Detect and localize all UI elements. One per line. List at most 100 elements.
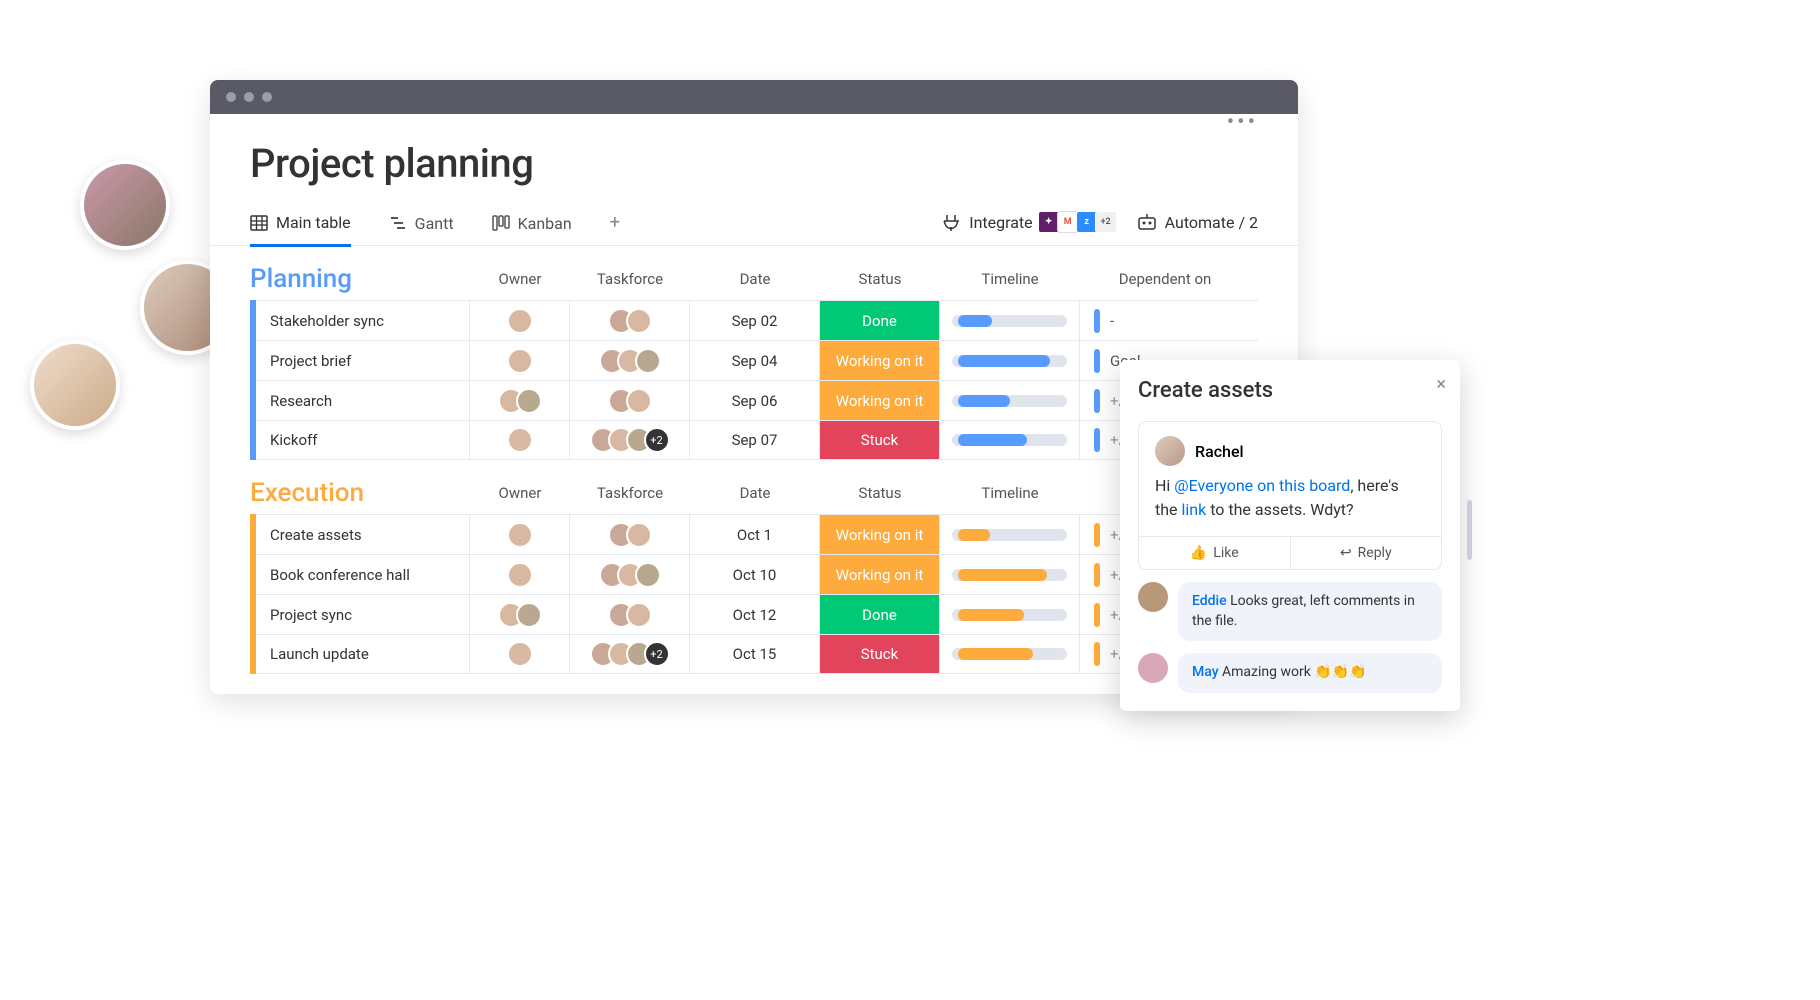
task-name[interactable]: Kickoff [256,421,470,459]
date-cell[interactable]: Oct 15 [690,635,820,673]
owner-cell[interactable] [470,515,570,554]
integrate-button[interactable]: Integrate ✦ M z +2 [941,211,1116,233]
reply-author[interactable]: May [1192,664,1219,680]
table-row[interactable]: Project sync Oct 12 Done +Add [256,594,1258,634]
integrate-icon [941,212,961,232]
taskforce-cell[interactable] [570,595,690,634]
date-cell[interactable]: Sep 07 [690,421,820,459]
avatar [635,562,661,588]
window-dot [226,92,236,102]
like-button[interactable]: 👍 Like [1139,537,1291,569]
table-row[interactable]: Project brief Sep 04 Working on it Goal [256,340,1258,380]
more-menu-icon[interactable]: ••• [1227,110,1258,135]
dependent-cell[interactable]: - [1080,301,1250,340]
timeline-cell[interactable] [940,421,1080,459]
timeline-cell[interactable] [940,635,1080,673]
task-name[interactable]: Book conference hall [256,555,470,594]
status-cell[interactable]: Stuck [820,635,940,673]
status-cell[interactable]: Working on it [820,381,940,420]
taskforce-cell[interactable] [570,301,690,340]
taskforce-cell[interactable] [570,515,690,554]
owner-cell[interactable] [470,421,570,459]
timeline-cell[interactable] [940,341,1080,380]
task-name[interactable]: Launch update [256,635,470,673]
status-cell[interactable]: Working on it [820,341,940,380]
dep-indicator [1094,563,1100,587]
column-header: Owner [470,270,570,294]
mention[interactable]: @Everyone on this board [1174,476,1350,495]
taskforce-cell[interactable]: +2 [570,635,690,673]
table-row[interactable]: Research Sep 06 Working on it +Add [256,380,1258,420]
kanban-icon [492,214,510,232]
window-dot [262,92,272,102]
task-name[interactable]: Project sync [256,595,470,634]
tab-main-table[interactable]: Main table [250,209,351,247]
timeline-cell[interactable] [940,595,1080,634]
table-row[interactable]: Stakeholder sync Sep 02 Done - [256,300,1258,340]
status-cell[interactable]: Stuck [820,421,940,459]
status-cell[interactable]: Working on it [820,555,940,594]
add-view-button[interactable]: + [610,212,620,243]
reply-author[interactable]: Eddie [1192,593,1227,609]
tab-kanban[interactable]: Kanban [492,210,572,245]
column-header: Dependent on [1080,270,1250,294]
panel-title: Create assets [1138,378,1442,403]
scrollbar[interactable] [1467,500,1472,560]
taskforce-cell[interactable] [570,555,690,594]
task-name[interactable]: Create assets [256,515,470,554]
owner-cell[interactable] [470,595,570,634]
table-row[interactable]: Book conference hall Oct 10 Working on i… [256,554,1258,594]
owner-cell[interactable] [470,301,570,340]
avatar [516,388,542,414]
table-row[interactable]: Create assets Oct 1 Working on it +Add [256,514,1258,554]
avatar [507,641,533,667]
tab-gantt[interactable]: Gantt [389,210,454,245]
avatar-more[interactable]: +2 [644,427,670,453]
status-cell[interactable]: Done [820,595,940,634]
reply-button[interactable]: ↩ Reply [1291,537,1442,569]
avatar [626,602,652,628]
dep-indicator [1094,642,1100,666]
gantt-icon [389,214,407,232]
close-icon[interactable]: × [1436,374,1446,395]
timeline-cell[interactable] [940,515,1080,554]
column-header: Status [820,484,940,508]
avatar-more[interactable]: +2 [644,641,670,667]
date-cell[interactable]: Sep 04 [690,341,820,380]
owner-cell[interactable] [470,635,570,673]
taskforce-cell[interactable]: +2 [570,421,690,459]
date-cell[interactable]: Sep 06 [690,381,820,420]
owner-cell[interactable] [470,555,570,594]
task-name[interactable]: Research [256,381,470,420]
owner-cell[interactable] [470,341,570,380]
timeline-cell[interactable] [940,381,1080,420]
task-name[interactable]: Project brief [256,341,470,380]
activity-panel: × Create assets Rachel Hi @Everyone on t… [1120,360,1460,711]
task-name[interactable]: Stakeholder sync [256,301,470,340]
link[interactable]: link [1182,500,1207,519]
date-cell[interactable]: Oct 12 [690,595,820,634]
timeline-cell[interactable] [940,301,1080,340]
automate-button[interactable]: Automate / 2 [1137,212,1258,232]
table-row[interactable]: Kickoff +2 Sep 07 Stuck +Add [256,420,1258,460]
group-title[interactable]: Planning [250,264,470,294]
avatar [507,348,533,374]
date-cell[interactable]: Oct 10 [690,555,820,594]
date-cell[interactable]: Sep 02 [690,301,820,340]
like-icon: 👍 [1190,545,1207,561]
taskforce-cell[interactable] [570,341,690,380]
date-cell[interactable]: Oct 1 [690,515,820,554]
view-tabs: Main table Gantt Kanban + [210,209,1298,246]
reply-bubble: May Amazing work 👏👏👏 [1178,653,1442,693]
more-integrations-badge: +2 [1095,211,1117,233]
comment-body: Hi @Everyone on this board, here's the l… [1139,474,1441,536]
status-cell[interactable]: Done [820,301,940,340]
taskforce-cell[interactable] [570,381,690,420]
status-cell[interactable]: Working on it [820,515,940,554]
table-row[interactable]: Launch update +2 Oct 15 Stuck +Add [256,634,1258,674]
avatar [30,340,120,430]
tab-label: Kanban [518,214,572,233]
group-title[interactable]: Execution [250,478,470,508]
timeline-cell[interactable] [940,555,1080,594]
owner-cell[interactable] [470,381,570,420]
